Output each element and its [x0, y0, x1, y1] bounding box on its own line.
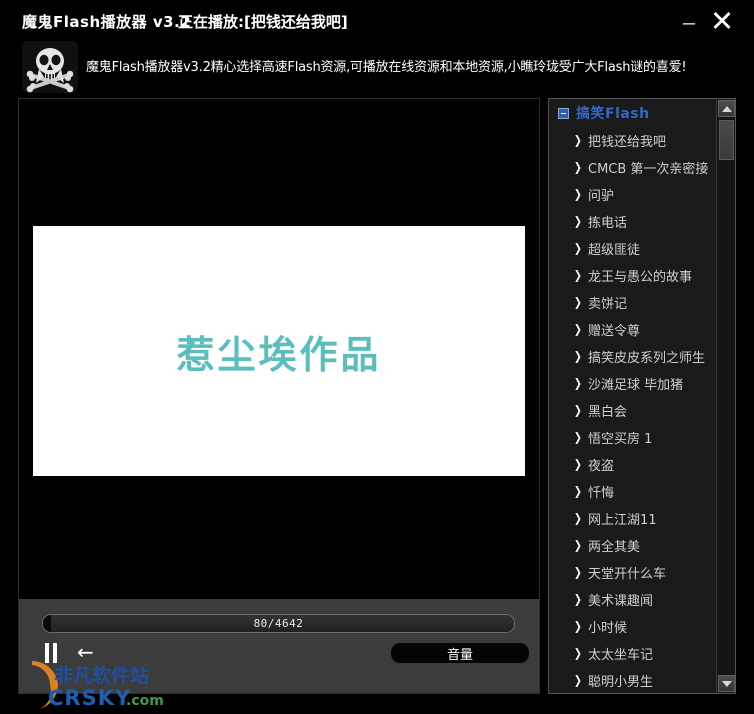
- playlist-items: ❯ 把钱还给我吧 ❯ CMCB 第一次亲密接 ❯ 问驴 ❯ 拣电话 ❯ 超级匪徒 ❯ 龙王与愚公的故事…: [549, 127, 716, 693]
- chevron-right-icon: ❯: [573, 187, 582, 201]
- playlist-item[interactable]: ❯ 超级匪徒: [549, 235, 716, 262]
- chevron-right-icon: ❯: [573, 457, 582, 471]
- chevron-right-icon: ❯: [573, 592, 582, 606]
- playlist-item-label: CMCB 第一次亲密接: [588, 162, 709, 177]
- playlist-item-label: 龙王与愚公的故事: [588, 270, 693, 285]
- playlist-item-label: 天堂开什么车: [588, 567, 667, 582]
- playlist-root-node[interactable]: 搞笑Flash: [549, 99, 716, 127]
- chevron-up-glyph: [721, 105, 732, 112]
- chevron-right-icon: ❯: [573, 160, 582, 174]
- playlist-item[interactable]: ❯ 把钱还给我吧: [549, 127, 716, 154]
- chevron-right-icon: ❯: [573, 403, 582, 417]
- chevron-right-icon: ❯: [573, 322, 582, 336]
- previous-button[interactable]: ←: [77, 642, 103, 663]
- chevron-right-icon: ❯: [573, 538, 582, 552]
- playlist-item-label: 两全其美: [588, 540, 641, 555]
- playlist-item-label: 拣电话: [588, 216, 628, 231]
- chevron-right-icon: ❯: [573, 565, 582, 579]
- now-playing-label: 正在播放:[把钱还给我吧]: [178, 13, 348, 31]
- chevron-right-icon: ❯: [573, 430, 582, 444]
- chevron-right-icon: ❯: [573, 133, 582, 147]
- playlist-root-label: 搞笑Flash: [576, 106, 650, 122]
- playlist-item[interactable]: ❯ 网上江湖11: [549, 505, 716, 532]
- playlist-item[interactable]: ❯ 小时候: [549, 613, 716, 640]
- pause-button[interactable]: [45, 643, 63, 663]
- scroll-up-icon[interactable]: [718, 100, 735, 117]
- playlist-item[interactable]: ❯ 忏悔: [549, 478, 716, 505]
- playlist-item[interactable]: ❯ 黑白会: [549, 397, 716, 424]
- playlist-item-label: 赠送令尊: [588, 324, 641, 339]
- chevron-right-icon: ❯: [573, 376, 582, 390]
- playlist-item[interactable]: ❯ 问驴: [549, 181, 716, 208]
- playlist-item-label: 忏悔: [588, 486, 615, 501]
- playlist-item[interactable]: ❯ 卖饼记: [549, 289, 716, 316]
- chevron-right-icon: ❯: [573, 268, 582, 282]
- flash-player-window: 魔鬼Flash播放器 v3.2 正在播放:[把钱还给我吧] – ✕ 魔鬼Flas…: [0, 0, 754, 714]
- playlist-item[interactable]: ❯ 美术课趣闻: [549, 586, 716, 613]
- playlist-item-label: 悟空买房 1: [588, 432, 653, 447]
- playlist-item-label: 沙滩足球 毕加猪: [588, 378, 684, 393]
- playlist-item-label: 搞笑皮皮系列之师生: [588, 351, 706, 366]
- pause-bar-left: [45, 643, 49, 663]
- playlist-item[interactable]: ❯ 搞笑皮皮系列之师生: [549, 343, 716, 370]
- chevron-right-icon: ❯: [573, 241, 582, 255]
- playlist-item-label: 卖饼记: [588, 297, 628, 312]
- minimize-button[interactable]: –: [676, 8, 702, 38]
- playlist-item-label: 夜盗: [588, 459, 615, 474]
- playlist-item[interactable]: ❯ 天堂开什么车: [549, 559, 716, 586]
- playlist-pane: 搞笑Flash ❯ 把钱还给我吧 ❯ CMCB 第一次亲密接 ❯ 问驴 ❯ 拣电话 ❯ 超级匪徒 ❯…: [548, 98, 736, 694]
- playlist-scrollbar[interactable]: [716, 99, 735, 693]
- chevron-right-icon: ❯: [573, 619, 582, 633]
- playlist-item-label: 网上江湖11: [588, 513, 657, 528]
- chevron-right-icon: ❯: [573, 295, 582, 309]
- chevron-right-icon: ❯: [573, 646, 582, 660]
- playlist-item[interactable]: ❯ 龙王与愚公的故事: [549, 262, 716, 289]
- playlist-item[interactable]: ❯ 夜盗: [549, 451, 716, 478]
- skull-logo-icon: [22, 41, 78, 93]
- chevron-right-icon: ❯: [573, 673, 582, 687]
- player-pane: 惹尘埃作品 80/4642 ← 音量: [18, 98, 540, 694]
- svg-text:.com: .com: [126, 693, 164, 709]
- chevron-right-icon: ❯: [573, 484, 582, 498]
- playlist-item-label: 把钱还给我吧: [588, 135, 667, 150]
- chevron-right-icon: ❯: [573, 349, 582, 363]
- flash-canvas[interactable]: 惹尘埃作品: [33, 226, 525, 476]
- flash-title-text: 惹尘埃作品: [176, 332, 382, 377]
- video-stage[interactable]: 惹尘埃作品: [19, 99, 539, 599]
- playlist-item-label: 美术课趣闻: [588, 594, 654, 609]
- progress-bar[interactable]: 80/4642: [42, 614, 515, 633]
- collapse-minus-icon[interactable]: [558, 107, 569, 119]
- playlist-item-label: 小时候: [588, 621, 628, 636]
- progress-label: 80/4642: [253, 617, 304, 630]
- playlist-item[interactable]: ❯ 沙滩足球 毕加猪: [549, 370, 716, 397]
- playback-controls: 80/4642 ← 音量: [19, 599, 539, 693]
- playlist-item[interactable]: ❯ 赠送令尊: [549, 316, 716, 343]
- playlist-item[interactable]: ❯ 太太坐车记: [549, 640, 716, 667]
- scrollbar-thumb[interactable]: [719, 120, 734, 160]
- playlist-item[interactable]: ❯ CMCB 第一次亲密接: [549, 154, 716, 181]
- chevron-down-glyph: [721, 680, 732, 687]
- playlist-item-label: 聪明小男生: [588, 675, 654, 690]
- playlist-item-label: 问驴: [588, 189, 615, 204]
- playlist-item-label: 太太坐车记: [588, 648, 654, 663]
- pause-bar-right: [53, 643, 57, 663]
- title-bar: 魔鬼Flash播放器 v3.2 正在播放:[把钱还给我吧] – ✕: [0, 0, 754, 38]
- app-title: 魔鬼Flash播放器 v3.2: [22, 13, 192, 31]
- banner-bar: 魔鬼Flash播放器v3.2精心选择高速Flash资源,可播放在线资源和本地资源…: [0, 38, 754, 96]
- playlist-item[interactable]: ❯ 悟空买房 1: [549, 424, 716, 451]
- playlist-item[interactable]: ❯ 两全其美: [549, 532, 716, 559]
- scroll-down-icon[interactable]: [718, 675, 735, 692]
- playlist-item-label: 黑白会: [588, 405, 628, 420]
- playlist-item-label: 超级匪徒: [588, 243, 641, 258]
- playlist-tree: 搞笑Flash ❯ 把钱还给我吧 ❯ CMCB 第一次亲密接 ❯ 问驴 ❯ 拣电话 ❯ 超级匪徒 ❯…: [549, 99, 716, 693]
- playlist-item[interactable]: ❯ 拣电话: [549, 208, 716, 235]
- chevron-right-icon: ❯: [573, 214, 582, 228]
- playlist-item[interactable]: ❯ 聪明小男生: [549, 667, 716, 693]
- chevron-right-icon: ❯: [573, 511, 582, 525]
- close-button[interactable]: ✕: [708, 7, 736, 36]
- volume-button[interactable]: 音量: [391, 643, 529, 663]
- banner-description: 魔鬼Flash播放器v3.2精心选择高速Flash资源,可播放在线资源和本地资源…: [86, 60, 687, 75]
